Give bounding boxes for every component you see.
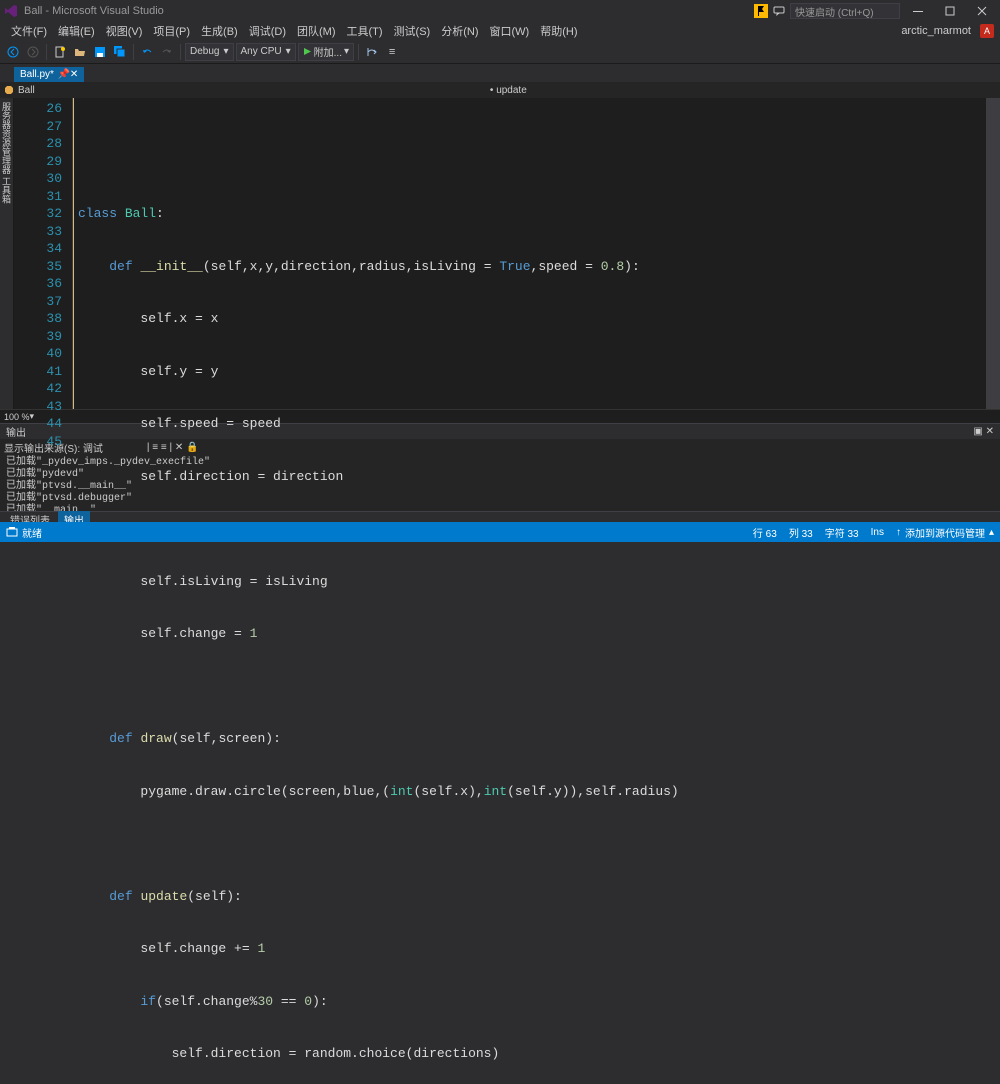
platform-select[interactable]: Any CPU▾ — [236, 43, 296, 61]
menu-test[interactable]: 测试(S) — [389, 22, 436, 40]
run-button[interactable]: 附加...▾ — [298, 43, 354, 61]
nav-method[interactable]: update — [496, 85, 527, 96]
save-button[interactable] — [91, 43, 109, 61]
close-button[interactable] — [968, 2, 996, 20]
vs-logo-icon — [4, 4, 18, 18]
editor: 服务器资源管理器 工具箱 262728293031323334353637383… — [0, 98, 1000, 409]
window-title: Ball - Microsoft Visual Studio — [24, 5, 754, 17]
status-ready: 就绪 — [6, 525, 42, 540]
pin-icon[interactable]: 📌 — [58, 69, 66, 80]
forward-button[interactable] — [24, 43, 42, 61]
status-col: 列 33 — [789, 525, 813, 540]
status-git[interactable]: ↑ 添加到源代码管理 ▴ — [896, 525, 994, 540]
user-name: arctic_marmot — [896, 24, 976, 38]
scrollbar-vertical[interactable] — [986, 98, 1000, 409]
menu-edit[interactable]: 编辑(E) — [53, 22, 100, 40]
feedback-icon[interactable] — [772, 4, 786, 18]
toolbar: Debug▾ Any CPU▾ 附加...▾ ≡ — [0, 40, 1000, 64]
menu-tools[interactable]: 工具(T) — [342, 22, 388, 40]
tab-bar: Ball.py* 📌 ✕ — [0, 64, 1000, 82]
config-select[interactable]: Debug▾ — [185, 43, 234, 61]
close-tab-icon[interactable]: ✕ — [70, 69, 78, 80]
user-avatar-icon: A — [980, 24, 994, 38]
user-account[interactable]: arctic_marmot A — [896, 24, 994, 38]
nav-class[interactable]: Ball — [18, 85, 35, 96]
menu-debug[interactable]: 调试(D) — [244, 22, 291, 40]
misc-button[interactable]: ≡ — [383, 43, 401, 61]
tab-ball-py[interactable]: Ball.py* 📌 ✕ — [14, 67, 84, 82]
back-button[interactable] — [4, 43, 22, 61]
code-area[interactable]: class Ball: def __init__(self,x,y,direct… — [72, 98, 986, 409]
new-button[interactable] — [51, 43, 69, 61]
status-char: 字符 33 — [825, 525, 859, 540]
menu-window[interactable]: 窗口(W) — [485, 22, 535, 40]
title-bar: Ball - Microsoft Visual Studio 快速启动 (Ctr… — [0, 0, 1000, 22]
redo-button[interactable] — [158, 43, 176, 61]
open-button[interactable] — [71, 43, 89, 61]
menu-team[interactable]: 团队(M) — [292, 22, 341, 40]
menu-file[interactable]: 文件(F) — [6, 22, 52, 40]
class-icon — [4, 85, 14, 95]
quick-launch-input[interactable]: 快速启动 (Ctrl+Q) — [790, 3, 900, 19]
status-ins: Ins — [871, 525, 884, 540]
save-all-button[interactable] — [111, 43, 129, 61]
menu-build[interactable]: 生成(B) — [196, 22, 243, 40]
menu-bar: 文件(F) 编辑(E) 视图(V) 项目(P) 生成(B) 调试(D) 团队(M… — [0, 22, 1000, 40]
menu-view[interactable]: 视图(V) — [101, 22, 148, 40]
maximize-button[interactable] — [936, 2, 964, 20]
minimize-button[interactable] — [904, 2, 932, 20]
line-gutter: 2627282930313233343536373839404142434445 — [14, 98, 72, 409]
step-button[interactable] — [363, 43, 381, 61]
undo-button[interactable] — [138, 43, 156, 61]
menu-project[interactable]: 项目(P) — [148, 22, 195, 40]
menu-analyze[interactable]: 分析(N) — [436, 22, 483, 40]
status-line: 行 63 — [753, 525, 777, 540]
nav-bar: Ball • update — [0, 82, 1000, 98]
notification-flag-icon[interactable] — [754, 4, 768, 18]
side-tab-toolbox[interactable]: 服务器资源管理器 工具箱 — [0, 98, 14, 409]
tab-label: Ball.py* — [20, 69, 54, 80]
menu-help[interactable]: 帮助(H) — [535, 22, 582, 40]
status-bar: 就绪 行 63 列 33 字符 33 Ins ↑ 添加到源代码管理 ▴ — [0, 522, 1000, 542]
